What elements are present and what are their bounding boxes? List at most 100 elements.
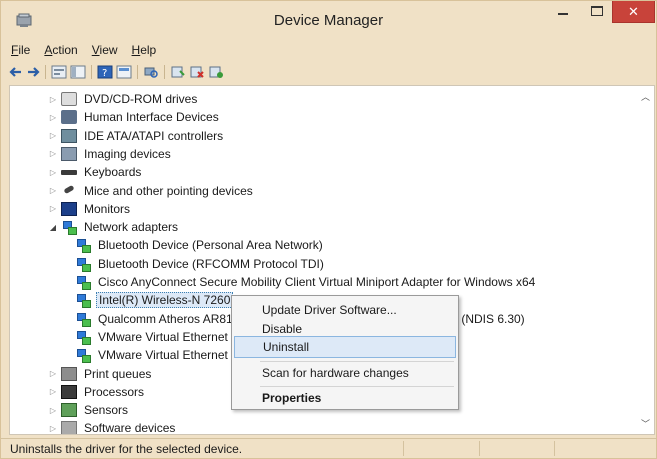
expand-arrow-icon[interactable]: ▷	[48, 131, 58, 140]
status-bar: Uninstalls the driver for the selected d…	[1, 438, 656, 458]
toolbar-separator	[45, 65, 46, 79]
scroll-down-arrow-icon[interactable]: ﹀	[641, 417, 650, 430]
tree-item[interactable]: ▷ Keyboards	[48, 163, 143, 181]
expand-arrow-icon[interactable]: ▷	[48, 424, 58, 433]
maximize-icon	[591, 6, 603, 16]
context-menu-scan[interactable]: Scan for hardware changes	[234, 362, 456, 384]
scan-hardware-icon[interactable]	[143, 65, 159, 79]
tree-item-label: Software devices	[84, 421, 176, 435]
tree-item[interactable]: ▷ Print queues	[48, 365, 153, 383]
title-bar[interactable]: Device Manager ✕	[1, 1, 656, 41]
tree-item[interactable]: ▷ Processors	[48, 383, 146, 401]
tree-item-label: Mice and other pointing devices	[84, 183, 253, 198]
menu-help[interactable]: Help	[130, 41, 163, 59]
toolbar-separator	[137, 65, 138, 79]
scroll-up-arrow-icon[interactable]: ︿	[641, 90, 650, 103]
expand-arrow-icon[interactable]: ▷	[48, 387, 58, 396]
dvd-drive-icon	[61, 92, 77, 106]
expand-arrow-icon[interactable]: ▷	[48, 406, 58, 415]
tree-item-label-tail: r (NDIS 6.30)	[454, 311, 525, 326]
tree-item[interactable]: Cisco AnyConnect Secure Mobility Client …	[72, 273, 537, 291]
expand-arrow-icon[interactable]: ▷	[48, 186, 58, 195]
tree-item-label: Intel(R) Wireless-N 7260	[96, 292, 234, 309]
collapse-arrow-icon[interactable]: ◢	[48, 223, 58, 232]
help-icon[interactable]: ?	[97, 65, 113, 79]
network-adapter-icon	[75, 275, 91, 290]
status-panel	[403, 441, 404, 456]
status-text: Uninstalls the driver for the selected d…	[10, 442, 243, 456]
network-adapter-icon	[75, 293, 91, 309]
minimize-button[interactable]	[548, 1, 578, 23]
software-device-icon	[61, 421, 77, 434]
tree-item[interactable]: Bluetooth Device (Personal Area Network)	[72, 236, 325, 254]
tree-item[interactable]: ▷ Mice and other pointing devices	[48, 182, 255, 200]
minimize-icon	[558, 13, 568, 15]
tree-item-label: Bluetooth Device (RFCOMM Protocol TDI)	[98, 256, 324, 271]
tree-item[interactable]: Intel(R) Wireless-N 7260	[72, 291, 234, 309]
network-adapter-icon	[75, 238, 91, 254]
properties-icon[interactable]	[51, 65, 67, 79]
context-menu-uninstall[interactable]: Uninstall	[234, 336, 456, 358]
tree-item-label: VMware Virtual Ethernet	[98, 348, 228, 363]
network-adapter-icon	[75, 257, 91, 272]
tree-item-label: IDE ATA/ATAPI controllers	[84, 128, 224, 143]
monitor-icon	[61, 201, 77, 216]
hid-icon	[61, 110, 77, 125]
toolbar: ?	[9, 63, 227, 81]
tree-item-label: Print queues	[84, 366, 152, 381]
tree-item-label: Qualcomm Atheros AR81	[98, 311, 233, 326]
expand-arrow-icon[interactable]: ▷	[48, 369, 58, 378]
tree-item[interactable]: Qualcomm Atheros AR81 r (NDIS 6.30)	[72, 310, 525, 328]
expand-arrow-icon[interactable]: ▷	[48, 113, 58, 122]
network-adapter-icon	[75, 348, 91, 364]
tree-item-label: Imaging devices	[84, 146, 171, 161]
menu-view[interactable]: View	[90, 41, 124, 59]
maximize-button[interactable]	[582, 1, 612, 23]
tree-item-label: Bluetooth Device (Personal Area Network)	[98, 238, 323, 253]
show-hidden-icon[interactable]	[116, 65, 132, 79]
expand-arrow-icon[interactable]: ▷	[48, 149, 58, 158]
tree-item[interactable]: ◢ Network adapters	[48, 218, 180, 236]
tree-item-label: Sensors	[84, 403, 129, 418]
tree-item[interactable]: ▷ Software devices	[48, 419, 177, 435]
menu-file[interactable]: File	[9, 41, 36, 59]
expand-arrow-icon[interactable]: ▷	[48, 95, 58, 104]
status-panel	[479, 441, 480, 456]
tree-item-label: Human Interface Devices	[84, 110, 219, 125]
close-icon: ✕	[628, 4, 639, 19]
uninstall-icon[interactable]	[189, 65, 205, 79]
vertical-scrollbar[interactable]: ︿ ﹀	[638, 86, 654, 434]
enable-device-icon[interactable]	[208, 65, 224, 79]
tree-item[interactable]: ▷ Monitors	[48, 200, 132, 218]
tree-item[interactable]: Bluetooth Device (RFCOMM Protocol TDI)	[72, 255, 326, 273]
expand-arrow-icon[interactable]: ▷	[48, 168, 58, 177]
tree-item-label: Monitors	[84, 201, 131, 216]
tree-item-label: VMware Virtual Ethernet	[98, 329, 228, 344]
tree-item[interactable]: VMware Virtual Ethernet	[72, 328, 230, 346]
mouse-icon	[61, 184, 77, 198]
menu-action[interactable]: Action	[42, 41, 83, 59]
tree-item[interactable]: ▷ DVD/CD-ROM drives	[48, 90, 199, 108]
status-panel	[554, 441, 555, 456]
tree-item-label: Cisco AnyConnect Secure Mobility Client …	[98, 275, 536, 289]
tree-item[interactable]: ▷ Sensors	[48, 401, 130, 419]
forward-arrow-icon[interactable]	[26, 65, 40, 79]
camera-icon	[61, 146, 77, 161]
tree-item-label: DVD/CD-ROM drives	[84, 92, 198, 106]
network-adapter-icon	[75, 330, 91, 345]
tree-item[interactable]: ▷ Human Interface Devices	[48, 108, 221, 126]
close-button[interactable]: ✕	[612, 1, 655, 23]
update-driver-icon[interactable]	[170, 65, 186, 79]
context-menu-properties[interactable]: Properties	[234, 387, 456, 409]
expand-arrow-icon[interactable]: ▷	[48, 204, 58, 213]
processor-icon	[61, 384, 77, 399]
tree-item[interactable]: VMware Virtual Ethernet	[72, 346, 230, 364]
network-adapter-icon	[61, 220, 77, 236]
sensor-icon	[61, 403, 77, 418]
toolbar-separator	[164, 65, 165, 79]
tree-item[interactable]: ▷ Imaging devices	[48, 145, 173, 163]
printer-icon	[61, 366, 77, 381]
tree-item[interactable]: ▷ IDE ATA/ATAPI controllers	[48, 127, 225, 145]
console-tree-icon[interactable]	[70, 65, 86, 79]
back-arrow-icon[interactable]	[9, 65, 23, 79]
